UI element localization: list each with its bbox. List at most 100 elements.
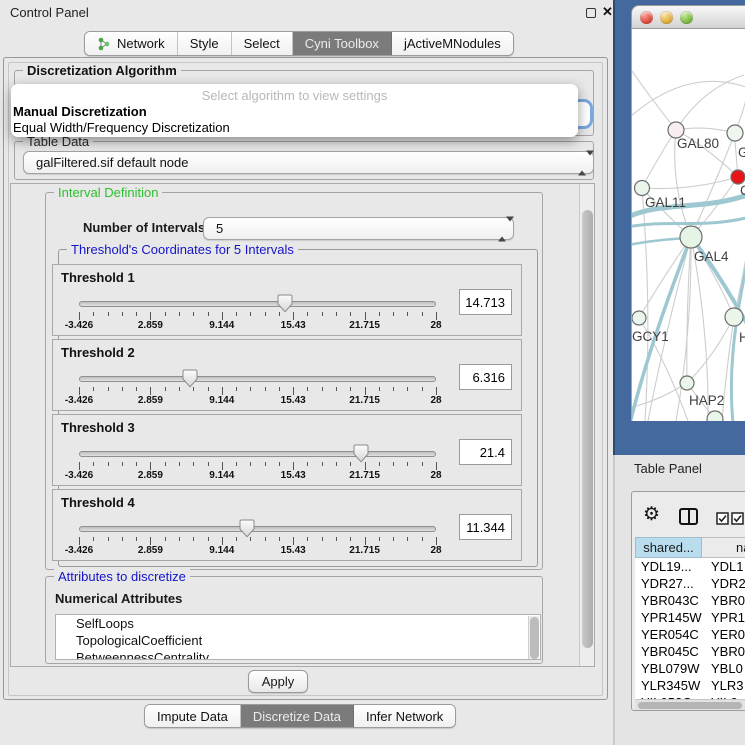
- bottom-tab-bar: Impute DataDiscretize DataInfer Network: [144, 704, 456, 728]
- tab-style[interactable]: Style: [178, 32, 232, 55]
- list-scrollbar-thumb[interactable]: [530, 617, 539, 659]
- tab-network[interactable]: Network: [85, 32, 178, 55]
- tick-mark: [322, 312, 323, 316]
- table-header-name[interactable]: na: [702, 537, 745, 558]
- list-item-topologicalcoefficient[interactable]: TopologicalCoefficient: [56, 632, 540, 649]
- threshold-value-field[interactable]: 11.344: [459, 514, 512, 540]
- table-row[interactable]: YPR145WYPR1: [635, 609, 745, 626]
- dropdown-option-equal-width[interactable]: Equal Width/Frequency Discretization: [13, 120, 230, 135]
- tick-mark: [365, 462, 366, 470]
- table-row[interactable]: YBR043CYBR0: [635, 592, 745, 609]
- list-item-selfloops[interactable]: SelfLoops: [56, 615, 540, 632]
- slider-thumb[interactable]: [239, 519, 255, 538]
- slider-thumb[interactable]: [353, 444, 369, 463]
- tab-impute-data[interactable]: Impute Data: [145, 705, 241, 727]
- tab-select[interactable]: Select: [232, 32, 293, 55]
- table-cell-name: YDL1: [702, 558, 745, 575]
- tick-mark: [179, 537, 180, 541]
- vertical-scrollbar-thumb[interactable]: [582, 210, 593, 648]
- checkbox-icon[interactable]: [731, 512, 744, 525]
- minimize-traffic-light-icon[interactable]: [660, 11, 673, 24]
- network-node-label: C: [740, 183, 745, 198]
- network-edge: [632, 71, 676, 130]
- tick-mark: [122, 312, 123, 316]
- network-node-label: GAL4: [694, 249, 729, 264]
- vertical-scrollbar[interactable]: [579, 184, 594, 666]
- table-cell-name: YLR3: [702, 677, 745, 694]
- tick-mark: [393, 312, 394, 316]
- table-cell-shared: YPR145W: [635, 609, 702, 626]
- numerical-attributes-list[interactable]: SelfLoopsTopologicalCoefficientBetweenne…: [55, 614, 541, 660]
- tab-infer-network[interactable]: Infer Network: [354, 705, 455, 727]
- tick-mark: [293, 387, 294, 395]
- threshold-slider[interactable]: -3.4262.8599.14415.4321.71528: [79, 293, 436, 335]
- table-row[interactable]: YBL079WYBL0: [635, 660, 745, 677]
- apply-button[interactable]: Apply: [248, 670, 308, 693]
- threshold-value-field[interactable]: 21.4: [459, 439, 512, 465]
- float-panel-icon[interactable]: [586, 8, 596, 18]
- tick-mark: [179, 462, 180, 466]
- checkbox-icon[interactable]: [716, 512, 729, 525]
- network-node-gcy1[interactable]: [632, 311, 646, 325]
- slider-track[interactable]: [79, 451, 436, 457]
- list-item-betweennesscentrality[interactable]: BetweennessCentrality: [56, 649, 540, 660]
- tick-mark: [236, 462, 237, 466]
- number-of-intervals-combobox[interactable]: 5: [203, 217, 514, 240]
- algorithm-group-label: Discretization Algorithm: [23, 63, 181, 78]
- table-row[interactable]: YDL19...YDL1: [635, 558, 745, 575]
- gear-icon[interactable]: ⚙: [643, 503, 660, 526]
- network-node-gal4[interactable]: [680, 226, 702, 248]
- tick-mark: [122, 387, 123, 391]
- slider-track[interactable]: [79, 376, 436, 382]
- tick-mark: [208, 312, 209, 316]
- network-node-label: G: [738, 145, 745, 160]
- list-scrollbar[interactable]: [528, 616, 539, 660]
- tick-mark: [365, 537, 366, 545]
- network-node-partial[interactable]: [707, 411, 723, 421]
- network-window-titlebar: [631, 5, 745, 29]
- threshold-panel-3: Threshold 3-3.4262.8599.14415.4321.71528…: [52, 414, 522, 486]
- close-icon[interactable]: ✕: [602, 4, 613, 20]
- threshold-value-field[interactable]: 6.316: [459, 364, 512, 390]
- tick-mark: [93, 537, 94, 541]
- threshold-label: Threshold 4: [61, 495, 135, 510]
- split-columns-icon[interactable]: [679, 508, 698, 525]
- network-node-gal11[interactable]: [635, 181, 650, 196]
- tab-cyni-toolbox[interactable]: Cyni Toolbox: [293, 32, 392, 55]
- number-of-intervals-value: 5: [216, 221, 223, 236]
- zoom-traffic-light-icon[interactable]: [680, 11, 693, 24]
- slider-thumb[interactable]: [182, 369, 198, 388]
- tick-label: 21.715: [335, 470, 395, 481]
- tab-jactivemnodules[interactable]: jActiveMNodules: [392, 32, 513, 55]
- table-row[interactable]: YER054CYER0: [635, 626, 745, 643]
- table-header-shared[interactable]: shared...: [635, 537, 702, 558]
- tick-mark: [222, 387, 223, 395]
- slider-track[interactable]: [79, 301, 436, 307]
- tab-discretize-data[interactable]: Discretize Data: [241, 705, 354, 727]
- network-node-h[interactable]: [725, 308, 743, 326]
- threshold-value-field[interactable]: 14.713: [459, 289, 512, 315]
- tick-mark: [236, 387, 237, 391]
- tick-mark: [422, 462, 423, 466]
- threshold-slider[interactable]: -3.4262.8599.14415.4321.71528: [79, 443, 436, 485]
- network-node-g[interactable]: [727, 125, 743, 141]
- network-node-label: GAL80: [677, 136, 719, 151]
- horizontal-scrollbar-thumb[interactable]: [638, 702, 742, 709]
- network-canvas[interactable]: GAL80GCGAL11GAL4GCY1HHAP2: [631, 29, 745, 421]
- table-row[interactable]: YDR27...YDR2: [635, 575, 745, 592]
- table-data-combobox[interactable]: galFiltered.sif default node: [23, 151, 594, 174]
- slider-thumb[interactable]: [277, 294, 293, 313]
- table-row[interactable]: YBR045CYBR0: [635, 643, 745, 660]
- threshold-slider[interactable]: -3.4262.8599.14415.4321.71528: [79, 518, 436, 560]
- attributes-group: Attributes to discretize Numerical Attri…: [45, 576, 543, 664]
- horizontal-scrollbar[interactable]: [635, 699, 745, 710]
- network-node-hap2[interactable]: [680, 376, 694, 390]
- dropdown-option-manual[interactable]: Manual Discretization: [13, 104, 147, 119]
- tick-label: 28: [406, 545, 466, 556]
- network-node-c[interactable]: [731, 170, 745, 184]
- close-traffic-light-icon[interactable]: [640, 11, 653, 24]
- threshold-slider[interactable]: -3.4262.8599.14415.4321.71528: [79, 368, 436, 410]
- tick-mark: [422, 387, 423, 391]
- slider-track[interactable]: [79, 526, 436, 532]
- table-row[interactable]: YLR345WYLR3: [635, 677, 745, 694]
